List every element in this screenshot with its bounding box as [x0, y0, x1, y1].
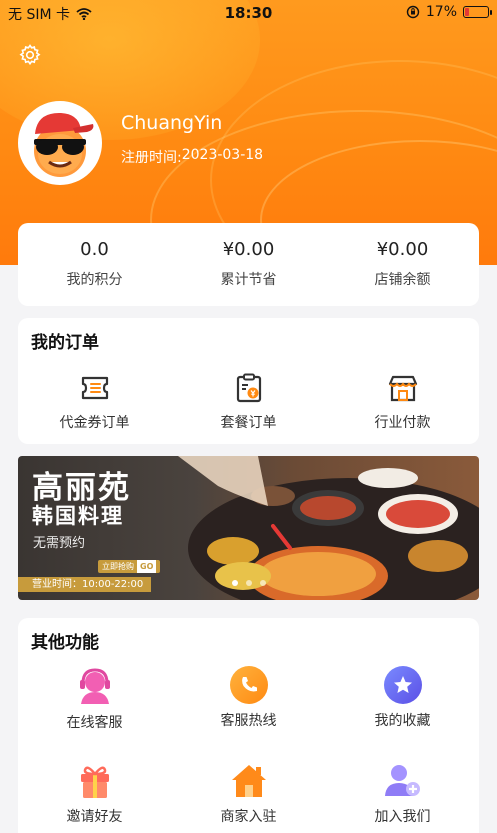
carousel-dots — [232, 580, 266, 586]
stat-savings[interactable]: ¥0.00 累计节省 — [172, 223, 325, 289]
order-voucher-button[interactable]: 代金券订单 — [18, 370, 171, 432]
stat-points[interactable]: 0.0 我的积分 — [18, 223, 171, 289]
stat-label: 我的积分 — [66, 272, 123, 288]
storefront-icon — [388, 375, 417, 402]
battery-icon — [463, 6, 492, 18]
username: ChuangYin — [121, 112, 223, 134]
cool-emoji-avatar-icon — [34, 112, 94, 177]
carousel-dot[interactable] — [232, 580, 238, 586]
function-label: 客服热线 — [220, 713, 277, 729]
orders-card: 我的订单 代金券订单 套餐订单 行业付款 — [18, 318, 479, 444]
carousel-dot[interactable] — [260, 580, 266, 586]
order-label: 代金券订单 — [59, 415, 130, 431]
banner-cta-button[interactable]: 立即抢购 GO — [98, 560, 161, 573]
promo-banner[interactable]: 高丽苑 韩国料理 无需预约 立即抢购 GO 营业时间：10:00-22:00 — [18, 456, 479, 600]
stat-value: ¥0.00 — [222, 239, 275, 260]
cta-go-label: GO — [137, 560, 157, 573]
function-label: 在线客服 — [66, 715, 123, 731]
status-bar-right: 17% — [406, 4, 492, 20]
cta-label: 立即抢购 — [102, 562, 134, 571]
favorites-button[interactable]: 我的收藏 — [326, 666, 479, 730]
stat-balance[interactable]: ¥0.00 店铺余额 — [326, 223, 479, 289]
section-title: 其他功能 — [31, 633, 99, 653]
banner-tagline: 无需预约 — [33, 536, 86, 551]
stat-label: 店铺余额 — [374, 272, 431, 288]
phone-icon — [229, 666, 268, 704]
order-label: 套餐订单 — [220, 415, 277, 431]
carousel-dot[interactable] — [246, 580, 252, 586]
invite-friends-button[interactable]: 邀请好友 — [18, 760, 171, 826]
register-date: 2023-03-18 — [181, 147, 264, 163]
stat-value: ¥0.00 — [376, 239, 429, 260]
hotline-button[interactable]: 客服热线 — [172, 666, 325, 730]
function-label: 商家入驻 — [220, 809, 277, 825]
battery-percent: 17% — [425, 4, 457, 20]
function-label: 邀请好友 — [66, 809, 123, 825]
headset-agent-icon — [79, 668, 110, 704]
function-label: 我的收藏 — [374, 713, 431, 729]
status-bar: 无 SIM 卡 18:30 17% — [0, 0, 497, 26]
stat-label: 累计节省 — [220, 272, 277, 288]
add-user-icon — [384, 765, 420, 796]
battery-fill — [465, 8, 469, 16]
join-us-button[interactable]: 加入我们 — [326, 760, 479, 826]
gear-icon[interactable] — [18, 43, 42, 67]
orientation-lock-icon — [406, 5, 420, 19]
order-payment-button[interactable]: 行业付款 — [326, 370, 479, 432]
clipboard-yen-icon — [236, 373, 261, 403]
merchant-join-button[interactable]: 商家入驻 — [172, 760, 325, 826]
star-icon — [383, 666, 422, 704]
banner-hours: 营业时间：10:00-22:00 — [18, 577, 152, 592]
stats-card: 0.0 我的积分 ¥0.00 累计节省 ¥0.00 店铺余额 — [18, 223, 479, 306]
voucher-ticket-icon — [81, 376, 108, 400]
banner-subtitle: 韩国料理 — [32, 503, 124, 528]
section-title: 我的订单 — [31, 333, 99, 353]
avatar[interactable] — [18, 101, 102, 185]
stat-value: 0.0 — [80, 239, 109, 260]
order-label: 行业付款 — [374, 415, 431, 431]
register-info: 注册时间: 2023-03-18 — [121, 147, 263, 167]
function-label: 加入我们 — [374, 809, 431, 825]
other-functions-card: 其他功能 在线客服 客服热线 我的收藏 邀请好友 商家入驻 加入我们 — [18, 618, 479, 833]
order-package-button[interactable]: 套餐订单 — [172, 370, 325, 432]
gift-icon — [80, 766, 109, 798]
register-label: 注册时间: — [121, 150, 182, 166]
home-icon — [231, 765, 266, 797]
online-service-button[interactable]: 在线客服 — [18, 666, 171, 732]
